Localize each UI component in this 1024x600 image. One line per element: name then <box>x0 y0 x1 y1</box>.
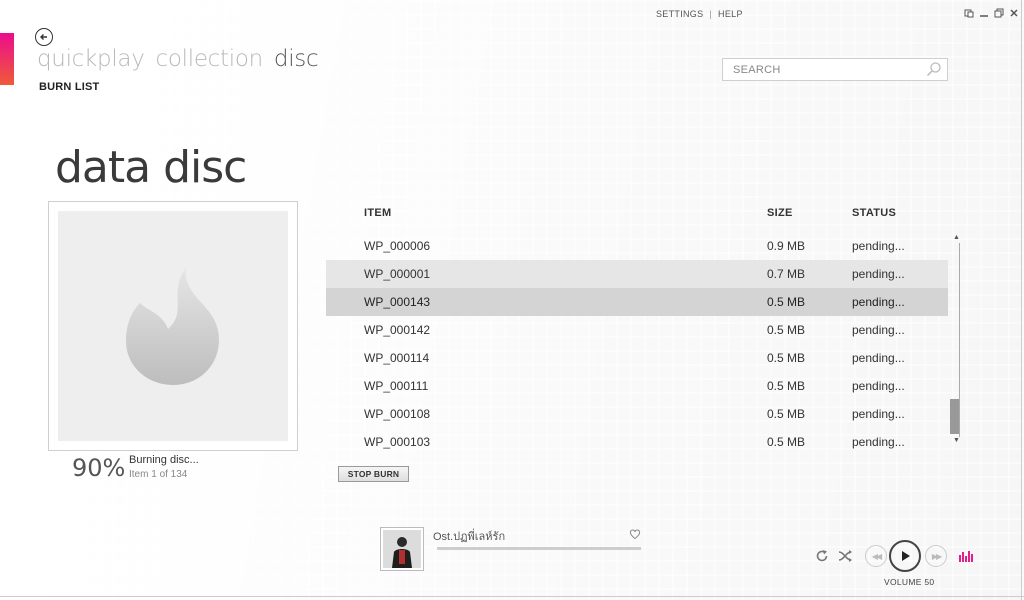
item-name: WP_000111 <box>364 379 429 393</box>
nav-quickplay[interactable]: quickplay <box>37 46 145 72</box>
stop-burn-button[interactable]: STOP BURN <box>338 466 409 482</box>
item-size: 0.5 MB <box>767 323 806 337</box>
list-item[interactable]: WP_000006 0.9 MB pending... <box>326 232 948 260</box>
item-status: pending... <box>852 267 905 281</box>
burn-percent: 90% <box>72 454 126 482</box>
playback-progress-bar[interactable] <box>437 547 641 550</box>
item-size: 0.5 MB <box>767 435 806 449</box>
previous-icon: ◀◀ <box>871 551 882 561</box>
item-size: 0.5 MB <box>767 407 806 421</box>
list-item[interactable]: WP_000142 0.5 MB pending... <box>326 316 948 344</box>
item-size: 0.7 MB <box>767 267 806 281</box>
item-status: pending... <box>852 295 905 309</box>
help-link[interactable]: HELP <box>718 9 743 19</box>
burn-status: Burning disc... <box>129 454 199 466</box>
nav-disc[interactable]: disc <box>274 46 319 72</box>
item-name: WP_000001 <box>364 267 431 281</box>
next-button[interactable]: ▶▶ <box>925 545 947 567</box>
heart-icon[interactable] <box>629 528 641 540</box>
compact-mode-icon[interactable] <box>963 8 975 21</box>
item-status: pending... <box>852 323 905 337</box>
item-size: 0.9 MB <box>767 239 806 253</box>
play-button[interactable] <box>889 540 921 572</box>
next-icon: ▶▶ <box>931 551 942 561</box>
play-icon <box>902 551 910 561</box>
minimize-icon[interactable] <box>978 8 990 21</box>
window-border-bottom <box>0 596 1024 597</box>
now-playing-title[interactable]: Ost.ปฏพี่เลห์รัก <box>433 527 505 545</box>
list-item[interactable]: WP_000001 0.7 MB pending... <box>326 260 948 288</box>
list-item-selected[interactable]: WP_000143 0.5 MB pending... <box>326 288 948 316</box>
burn-list: WP_000006 0.9 MB pending... WP_000001 0.… <box>326 232 948 456</box>
item-size: 0.5 MB <box>767 295 806 309</box>
column-header-item[interactable]: ITEM <box>364 207 391 219</box>
list-item[interactable]: WP_000108 0.5 MB pending... <box>326 400 948 428</box>
scroll-up-arrow-icon[interactable]: ▲ <box>953 234 960 241</box>
item-name: WP_000103 <box>364 435 431 449</box>
item-name: WP_000006 <box>364 239 431 253</box>
item-status: pending... <box>852 379 905 393</box>
previous-button[interactable]: ◀◀ <box>865 545 887 567</box>
item-status: pending... <box>852 435 905 449</box>
item-size: 0.5 MB <box>767 351 806 365</box>
album-art-figure <box>383 530 421 568</box>
restore-icon[interactable] <box>993 8 1005 21</box>
settings-link[interactable]: SETTINGS <box>656 9 703 19</box>
scrollbar-track[interactable] <box>959 243 960 437</box>
item-status: pending... <box>852 407 905 421</box>
list-item[interactable]: WP_000114 0.5 MB pending... <box>326 344 948 372</box>
shuffle-icon[interactable] <box>837 548 853 564</box>
item-name: WP_000143 <box>364 295 431 309</box>
column-header-status[interactable]: STATUS <box>852 207 896 219</box>
album-art <box>383 530 421 568</box>
main-nav: quickplay collection disc <box>37 46 319 72</box>
search-icon[interactable] <box>926 61 942 77</box>
volume-label[interactable]: VOLUME 50 <box>884 577 934 587</box>
subnav-burn-list[interactable]: BURN LIST <box>39 81 99 93</box>
back-arrow-icon <box>40 34 47 40</box>
scroll-down-arrow-icon[interactable]: ▼ <box>953 437 960 444</box>
search-input[interactable]: SEARCH <box>722 58 948 81</box>
window-border-right <box>1021 0 1022 600</box>
item-status: pending... <box>852 351 905 365</box>
scrollbar-thumb[interactable] <box>950 399 959 434</box>
accent-bar <box>0 33 14 85</box>
back-button[interactable] <box>35 28 53 46</box>
window-controls <box>963 8 1020 21</box>
top-links: SETTINGS | HELP <box>656 9 743 19</box>
item-status: pending... <box>852 239 905 253</box>
nav-collection[interactable]: collection <box>156 46 264 72</box>
item-name: WP_000114 <box>364 351 430 365</box>
item-size: 0.5 MB <box>767 379 806 393</box>
flame-icon <box>126 267 219 385</box>
column-header-size[interactable]: SIZE <box>767 207 793 219</box>
list-item[interactable]: WP_000103 0.5 MB pending... <box>326 428 948 456</box>
repeat-icon[interactable] <box>814 548 830 564</box>
link-separator: | <box>709 9 713 19</box>
item-name: WP_000142 <box>364 323 431 337</box>
equalizer-icon[interactable] <box>959 550 973 562</box>
burn-item-progress: Item 1 of 134 <box>129 469 188 480</box>
page-title: data disc <box>55 142 247 193</box>
item-name: WP_000108 <box>364 407 431 421</box>
close-icon[interactable] <box>1008 8 1020 21</box>
list-item[interactable]: WP_000111 0.5 MB pending... <box>326 372 948 400</box>
